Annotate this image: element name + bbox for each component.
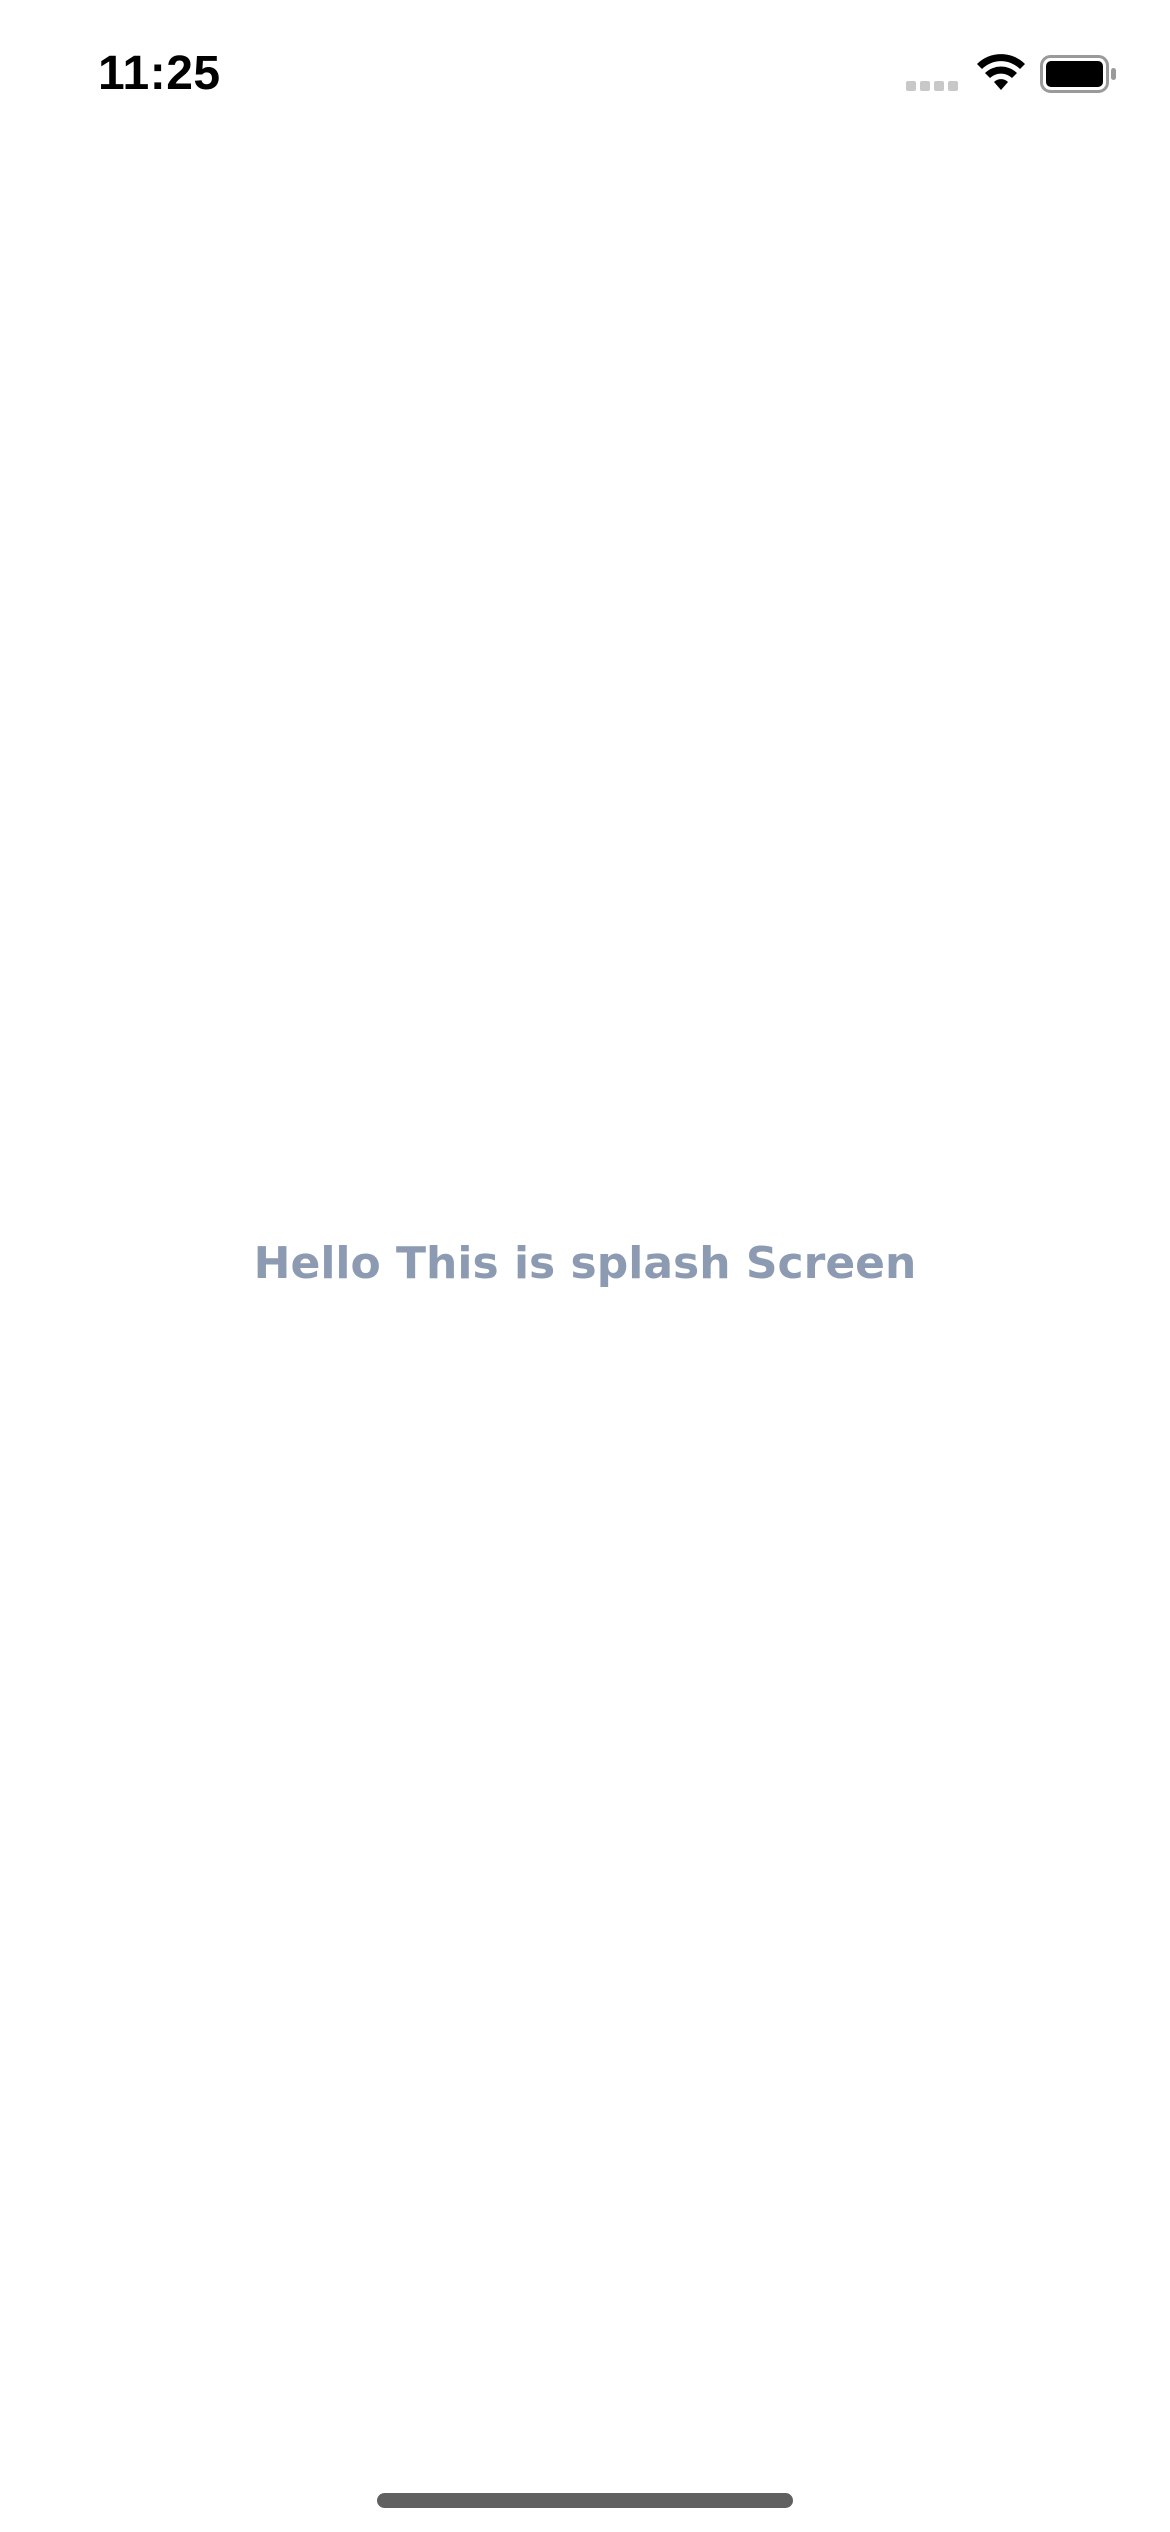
status-time: 11:25 [98,47,221,100]
battery-icon [1040,55,1116,93]
home-indicator[interactable] [377,2493,793,2508]
splash-screen: 11:25 Hello This is splash Screen [0,0,1170,2532]
status-bar: 11:25 [0,0,1170,150]
splash-message: Hello This is splash Screen [253,1238,917,1289]
wifi-icon [977,54,1025,90]
cellular-signal-icon [906,81,958,91]
